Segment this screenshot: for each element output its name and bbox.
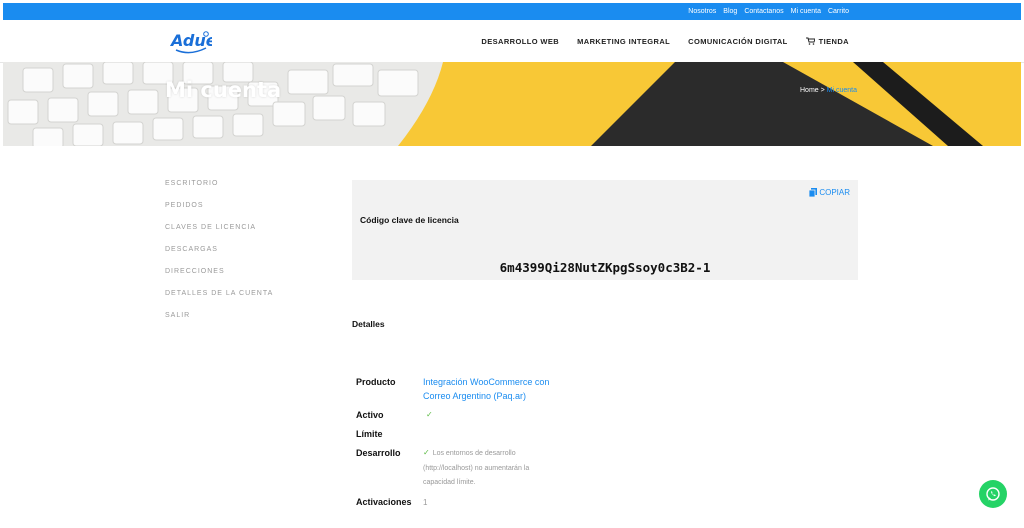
- license-key-value: 6m4399Qi28NutZKpgSsoy0c3B2-1: [499, 260, 711, 275]
- top-links: Nosotros Blog Contactanos Mi cuenta Carr…: [688, 3, 849, 20]
- sidebar-item-direcciones[interactable]: DIRECCIONES: [165, 268, 315, 290]
- breadcrumb: Home > Mi cuenta: [800, 87, 857, 94]
- top-link-blog[interactable]: Blog: [723, 8, 737, 15]
- producto-label: Producto: [356, 377, 396, 387]
- activo-label: Activo: [356, 410, 384, 420]
- details-heading: Detalles: [352, 319, 385, 329]
- site-header: Adue DESARROLLO WEB MARKETING INTEGRAL C…: [0, 20, 1024, 63]
- desarrollo-note-line2: (http://localhost) no aumentarán la: [423, 464, 530, 472]
- nav-label: COMUNICACIÓN DIGITAL: [688, 36, 788, 46]
- sidebar-item-claves-de-licencia[interactable]: CLAVES DE LICENCIA: [165, 224, 315, 246]
- nav-comunicacion-digital[interactable]: COMUNICACIÓN DIGITAL: [688, 37, 788, 46]
- nav-desarrollo-web[interactable]: DESARROLLO WEB: [481, 37, 559, 46]
- desarrollo-label: Desarrollo: [356, 448, 401, 458]
- limite-label: Límite: [356, 429, 383, 439]
- whatsapp-button[interactable]: [979, 480, 1007, 508]
- sidebar-item-descargas[interactable]: DESCARGAS: [165, 246, 315, 268]
- sidebar-item-pedidos[interactable]: PEDIDOS: [165, 202, 315, 224]
- activaciones-label: Activaciones: [356, 497, 412, 507]
- nav-label: TIENDA: [818, 36, 849, 46]
- sidebar-item-escritorio[interactable]: ESCRITORIO: [165, 180, 315, 202]
- nav-tienda[interactable]: TIENDA: [805, 36, 849, 46]
- nav-marketing-integral[interactable]: MARKETING INTEGRAL: [577, 37, 670, 46]
- site-logo[interactable]: Adue: [169, 26, 217, 56]
- copy-label: COPIAR: [819, 188, 850, 197]
- copy-icon: [809, 188, 818, 197]
- producto-link[interactable]: Integración WooCommerce con Correo Argen…: [423, 375, 549, 403]
- hero-background-image: [3, 62, 1021, 146]
- copy-button[interactable]: COPIAR: [809, 188, 850, 197]
- desarrollo-note-line3: capacidad límite.: [423, 479, 476, 486]
- sidebar-item-detalles-de-la-cuenta[interactable]: DETALLES DE LA CUENTA: [165, 290, 315, 312]
- nav-label: DESARROLLO WEB: [481, 36, 560, 46]
- hero-banner: Mi cuenta Home > Mi cuenta: [3, 62, 1021, 146]
- activaciones-value: 1: [423, 498, 428, 507]
- page-title: Mi cuenta: [165, 78, 282, 102]
- breadcrumb-home[interactable]: Home: [800, 87, 819, 94]
- breadcrumb-separator: >: [818, 87, 827, 94]
- desarrollo-note-line1: Los entornos de desarrollo: [432, 450, 516, 457]
- check-icon: ✓: [423, 448, 430, 457]
- cart-icon: [805, 37, 815, 45]
- top-link-mi-cuenta[interactable]: Mi cuenta: [791, 8, 821, 15]
- account-sidebar: ESCRITORIO PEDIDOS CLAVES DE LICENCIA DE…: [165, 180, 315, 334]
- top-link-carrito[interactable]: Carrito: [828, 8, 849, 15]
- top-link-contactanos[interactable]: Contactanos: [744, 8, 783, 15]
- main-nav: DESARROLLO WEB MARKETING INTEGRAL COMUNI…: [481, 20, 849, 62]
- nav-label: MARKETING INTEGRAL: [577, 36, 671, 46]
- producto-link-line2: Correo Argentino (Paq.ar): [423, 391, 527, 401]
- license-key-label: Código clave de licencia: [360, 215, 459, 225]
- sidebar-item-salir[interactable]: SALIR: [165, 312, 315, 334]
- top-bar: Nosotros Blog Contactanos Mi cuenta Carr…: [3, 3, 1021, 20]
- check-icon: ✓: [426, 410, 433, 419]
- top-link-nosotros[interactable]: Nosotros: [688, 8, 716, 15]
- license-key-box: COPIAR Código clave de licencia 6m4399Qi…: [352, 180, 858, 280]
- producto-link-line1: Integración WooCommerce con: [423, 377, 550, 387]
- svg-text:Adue: Adue: [170, 31, 212, 50]
- whatsapp-icon: [986, 487, 1000, 501]
- desarrollo-note: ✓ Los entornos de desarrollo (http://loca…: [423, 446, 529, 491]
- breadcrumb-current: Mi cuenta: [826, 87, 858, 94]
